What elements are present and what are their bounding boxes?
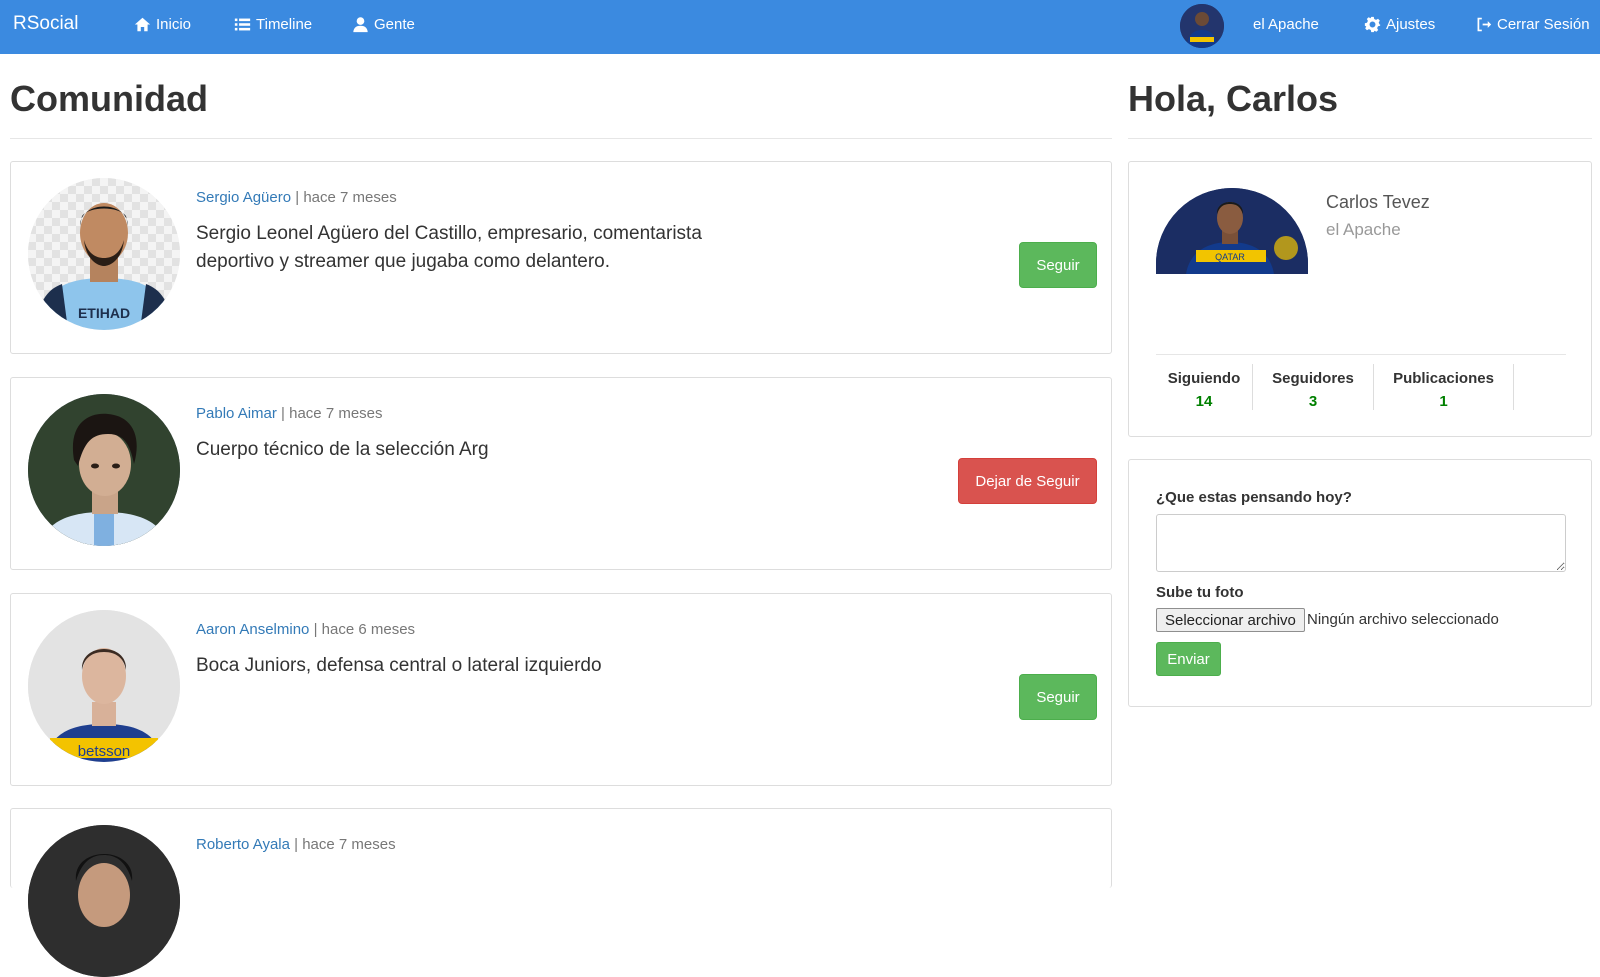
profile-name: Carlos Tevez [1326,192,1430,212]
user-name-link[interactable]: Aaron Anselmino [196,621,309,638]
list-icon [234,18,251,31]
stat-followers[interactable]: Seguidores 3 [1253,364,1374,410]
user-avatar[interactable] [28,825,180,977]
logout-icon [1477,17,1492,32]
user-bio: Boca Juniors, defensa central o lateral … [196,655,602,676]
top-navbar: RSocial Inicio Timeline Gente el Apache … [0,0,1600,54]
user-bio: Sergio Leonel Agüero del Castillo, empre… [196,223,702,272]
unfollow-button[interactable]: Dejar de Seguir [958,458,1097,504]
title-divider [10,138,1112,139]
user-meta: Sergio Agüero | hace 7 meses [196,189,397,206]
nav-timeline-label: Timeline [256,16,313,33]
stat-following-value: 14 [1195,393,1213,410]
nav-settings[interactable]: Ajustes [1364,16,1435,33]
stats-divider [1156,354,1566,355]
user-time: hace 6 meses [321,621,416,638]
meta-separator: | [294,836,299,853]
svg-text:QATAR: QATAR [1215,252,1245,262]
profile-panel: QATAR Carlos Tevez el Apache Siguiendo 1… [1128,161,1592,437]
gear-icon [1364,16,1381,33]
svg-text:ETIHAD: ETIHAD [78,305,130,321]
nav-timeline[interactable]: Timeline [234,16,312,33]
greeting-divider [1128,138,1592,139]
user-photo [28,825,180,977]
user-bio: Cuerpo técnico de la selección Arg [196,439,489,460]
nav-gente-label: Gente [374,16,415,33]
nav-inicio[interactable]: Inicio [134,16,191,33]
greeting-title: Hola, Carlos [1128,78,1339,119]
stat-posts-value: 1 [1439,393,1448,410]
user-name-link[interactable]: Sergio Agüero [196,189,291,206]
user-avatar[interactable] [28,394,180,546]
profile-photo[interactable]: QATAR [1156,188,1308,274]
new-post-panel: ¿Que estas pensando hoy? Sube tu foto Se… [1128,459,1592,707]
user-photo [28,394,180,546]
stat-following[interactable]: Siguiendo 14 [1156,364,1253,410]
submit-button[interactable]: Enviar [1156,642,1221,676]
home-icon [134,17,151,32]
nav-gente[interactable]: Gente [352,16,415,33]
stat-posts[interactable]: Publicaciones 1 [1374,364,1514,410]
nav-settings-label: Ajustes [1386,16,1436,33]
post-question-label: ¿Que estas pensando hoy? [1156,489,1352,506]
user-time: hace 7 meses [302,836,396,853]
user-time: hace 7 meses [289,405,383,422]
user-time: hace 7 meses [303,189,397,206]
user-meta: Pablo Aimar | hace 7 meses [196,405,383,422]
photo-upload-label: Sube tu foto [1156,584,1244,601]
user-card: Roberto Ayala | hace 7 meses [10,808,1112,977]
user-photo: betsson [28,610,180,762]
user-meta: Roberto Ayala | hace 7 meses [196,836,396,853]
nav-inicio-label: Inicio [156,16,192,33]
user-name-link[interactable]: Roberto Ayala [196,836,290,853]
user-card: betsson Aaron Anselmino | hace 6 meses B… [10,593,1112,786]
page-title: Comunidad [10,78,208,119]
user-card: Pablo Aimar | hace 7 meses Cuerpo técnic… [10,377,1112,570]
profile-image: QATAR [1156,188,1308,274]
user-meta: Aaron Anselmino | hace 6 meses [196,621,415,638]
user-avatar-image [1180,4,1224,48]
follow-button[interactable]: Seguir [1019,242,1097,288]
profile-nick: el Apache [1326,220,1401,239]
post-textarea[interactable] [1156,514,1566,572]
stat-followers-value: 3 [1308,393,1318,410]
user-photo: ETIHAD [28,178,180,330]
user-card: ETIHAD Sergio Agüero | hace 7 meses Serg… [10,161,1112,354]
user-avatar[interactable]: ETIHAD [28,178,180,330]
meta-separator: | [313,621,318,638]
meta-separator: | [281,405,285,422]
nav-logout[interactable]: Cerrar Sesión [1475,16,1590,33]
nav-profile-nick: el Apache [1253,16,1319,33]
stat-following-label: Siguiendo [1167,370,1241,387]
nav-logout-label: Cerrar Sesión [1497,16,1590,33]
stat-posts-label: Publicaciones [1393,370,1494,387]
meta-separator: | [295,189,300,206]
follow-button[interactable]: Seguir [1019,674,1097,720]
user-name-link[interactable]: Pablo Aimar [196,405,277,422]
user-icon [353,17,368,33]
user-avatar[interactable]: betsson [28,610,180,762]
nav-profile-link[interactable]: el Apache [1253,16,1319,33]
file-status-text: Ningún archivo seleccionado [1307,611,1499,628]
file-select-button[interactable]: Seleccionar archivo [1156,608,1305,632]
svg-text:betsson: betsson [78,743,131,760]
brand-logo[interactable]: RSocial [13,13,78,35]
nav-user-avatar[interactable] [1180,4,1224,48]
stat-followers-label: Seguidores [1272,370,1354,387]
